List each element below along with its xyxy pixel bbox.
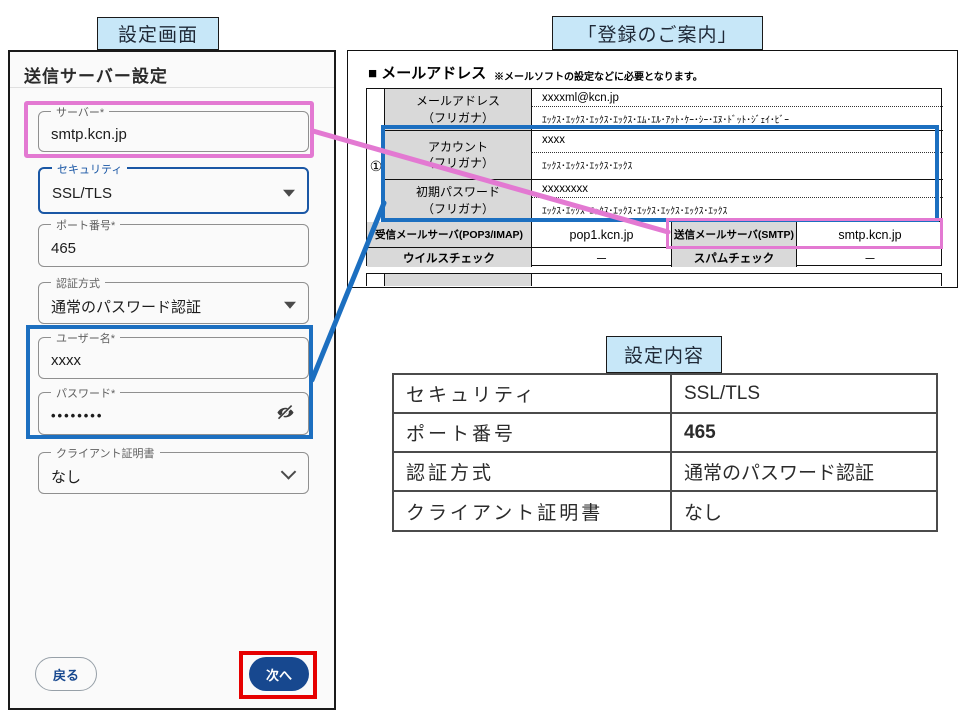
guide-section-title: ■ メールアドレス [368,62,486,83]
spam-check-label-cell: スパムチェック [672,248,797,267]
guide-row-value: xxxxxxxx ｴｯｸｽ･ｴｯｸｽ･ｴｯｸｽ･ｴｯｸｽ･ｴｯｸｽ･ｴｯｸｽ･ｴ… [532,180,943,222]
virus-check-value-cell: － [532,248,672,267]
send-server-label-cell: 送信メールサーバ(SMTP) [672,222,797,248]
registration-guide-box: ■ メールアドレス ※メールソフトの設定などに必要となります。 ① メールアドレ… [347,50,958,288]
guide-table-truncated [366,273,942,286]
port-field[interactable]: ポート番号* 465 [38,224,309,267]
password-field[interactable]: パスワード* •••••••• [38,392,309,435]
server-field-label: サーバー* [51,104,109,120]
recv-server-label-cell: 受信メールサーバ(POP3/IMAP) [367,222,532,248]
auth-method-select[interactable]: 認証方式 通常のパスワード認証 [38,282,309,324]
security-select[interactable]: セキュリティ SSL/TLS [38,167,309,214]
guide-note: ※メールソフトの設定などに必要となります。 [494,68,703,83]
chevron-down-icon [281,464,297,480]
guide-row-value: xxxxml@kcn.jp ｴｯｸｽ･ｴｯｸｽ･ｴｯｸｽ･ｴｯｸｽ･ｴﾑ･ｴﾙ･… [532,89,943,131]
spam-check-value-cell: － [797,248,943,267]
port-field-label: ポート番号* [51,217,120,233]
summary-row: 認証方式 通常のパスワード認証 [394,453,936,492]
next-button[interactable]: 次へ [249,657,309,691]
client-cert-label: クライアント証明書 [51,445,160,461]
smtp-settings-panel: 送信サーバー設定 サーバー* smtp.kcn.jp セキュリティ SSL/TL… [8,50,336,710]
port-field-value: 465 [51,240,76,257]
page: 送信サーバー設定 サーバー* smtp.kcn.jp セキュリティ SSL/TL… [0,0,968,720]
step-number-cell: ① [367,89,385,222]
summary-table: セキュリティ SSL/TLS ポート番号 465 認証方式 通常のパスワード認証… [392,373,938,532]
guide-row-value: xxxx ｴｯｸｽ･ｴｯｸｽ･ｴｯｸｽ･ｴｯｸｽ [532,131,943,180]
username-field-value: xxxx [51,352,81,369]
security-select-label: セキュリティ [52,161,127,177]
guide-row-label: 初期パスワード （フリガナ） [385,180,532,222]
username-field[interactable]: ユーザー名* xxxx [38,337,309,379]
auth-method-value: 通常のパスワード認証 [51,296,201,317]
settings-screen-chip: 設定画面 [97,17,219,50]
guide-row-label: アカウント （フリガナ） [385,131,532,180]
panel-title: 送信サーバー設定 [24,62,168,87]
recv-server-value-cell: pop1.kcn.jp [532,222,672,248]
username-field-label: ユーザー名* [51,330,120,346]
server-field[interactable]: サーバー* smtp.kcn.jp [38,111,309,152]
password-field-value: •••••••• [51,408,103,423]
back-button[interactable]: 戻る [35,657,97,691]
step-number-badge: ① [367,158,385,175]
auth-method-label: 認証方式 [51,275,105,291]
divider [10,87,334,88]
summary-row: ポート番号 465 [394,414,936,453]
password-field-label: パスワード* [51,385,120,401]
guide-table: ① メールアドレス （フリガナ） xxxxml@kcn.jp ｴｯｸｽ･ｴｯｸｽ… [366,88,942,266]
registration-guide-chip: 「登録のご案内」 [552,16,763,50]
client-cert-value: なし [51,466,81,487]
dropdown-arrow-icon [283,189,295,196]
guide-row-label: メールアドレス （フリガナ） [385,89,532,131]
dropdown-arrow-icon [284,302,296,309]
virus-check-label-cell: ウイルスチェック [367,248,532,267]
security-select-value: SSL/TLS [52,185,112,202]
summary-row: セキュリティ SSL/TLS [394,375,936,414]
summary-row: クライアント証明書 なし [394,492,936,531]
settings-content-chip: 設定内容 [606,336,722,373]
client-cert-select[interactable]: クライアント証明書 なし [38,452,309,494]
send-server-value-cell: smtp.kcn.jp [797,222,943,248]
eye-off-icon[interactable] [275,402,296,428]
server-field-value: smtp.kcn.jp [51,126,127,143]
